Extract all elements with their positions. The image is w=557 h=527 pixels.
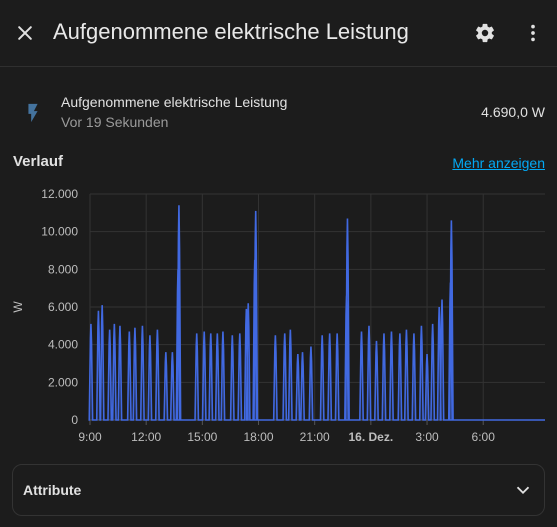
entity-state-row: Aufgenommene elektrische Leistung Vor 19… xyxy=(0,86,557,136)
y-tick-label: 12.000 xyxy=(41,187,78,201)
history-title: Verlauf xyxy=(13,153,64,170)
show-more-link[interactable]: Mehr anzeigen xyxy=(452,155,545,171)
x-tick-label: 12:00 xyxy=(131,430,161,444)
dots-vertical-icon xyxy=(531,24,535,42)
settings-button[interactable] xyxy=(465,13,505,53)
history-chart[interactable]: 0 2.000 4.000 6.000 8.000 10.000 12.000 9:00 12… xyxy=(0,178,557,448)
close-icon xyxy=(18,26,32,40)
series-area xyxy=(89,205,545,420)
y-tick-label: 8.000 xyxy=(48,262,78,276)
y-tick-label: 6.000 xyxy=(48,300,78,314)
x-tick-label: 9:00 xyxy=(78,430,102,444)
gear-icon xyxy=(476,23,494,43)
x-tick-label: 3:00 xyxy=(415,430,439,444)
y-tick-label: 0 xyxy=(71,413,78,427)
y-tick-label: 10.000 xyxy=(41,225,78,239)
x-tick-label: 18:00 xyxy=(244,430,274,444)
flash-icon xyxy=(28,103,38,123)
entity-last-changed: Vor 19 Sekunden xyxy=(61,114,169,130)
entity-name: Aufgenommene elektrische Leistung xyxy=(61,94,288,110)
x-tick-label: 6:00 xyxy=(472,430,496,444)
more-menu-button[interactable] xyxy=(513,13,553,53)
attributes-expander[interactable]: Attribute xyxy=(12,464,545,516)
dialog-title: Aufgenommene elektrische Leistung xyxy=(53,19,409,44)
y-axis-label: W xyxy=(11,301,25,313)
x-tick-label: 16. Dez. xyxy=(349,430,394,444)
chevron-down-icon xyxy=(516,486,530,495)
dialog-header: Aufgenommene elektrische Leistung xyxy=(0,0,557,67)
y-tick-label: 2.000 xyxy=(48,375,78,389)
y-tick-label: 4.000 xyxy=(48,338,78,352)
x-tick-label: 15:00 xyxy=(187,430,217,444)
attributes-label: Attribute xyxy=(23,482,82,498)
entity-state-value: 4.690,0 W xyxy=(481,104,545,120)
close-button[interactable] xyxy=(5,13,45,53)
x-tick-label: 21:00 xyxy=(300,430,330,444)
